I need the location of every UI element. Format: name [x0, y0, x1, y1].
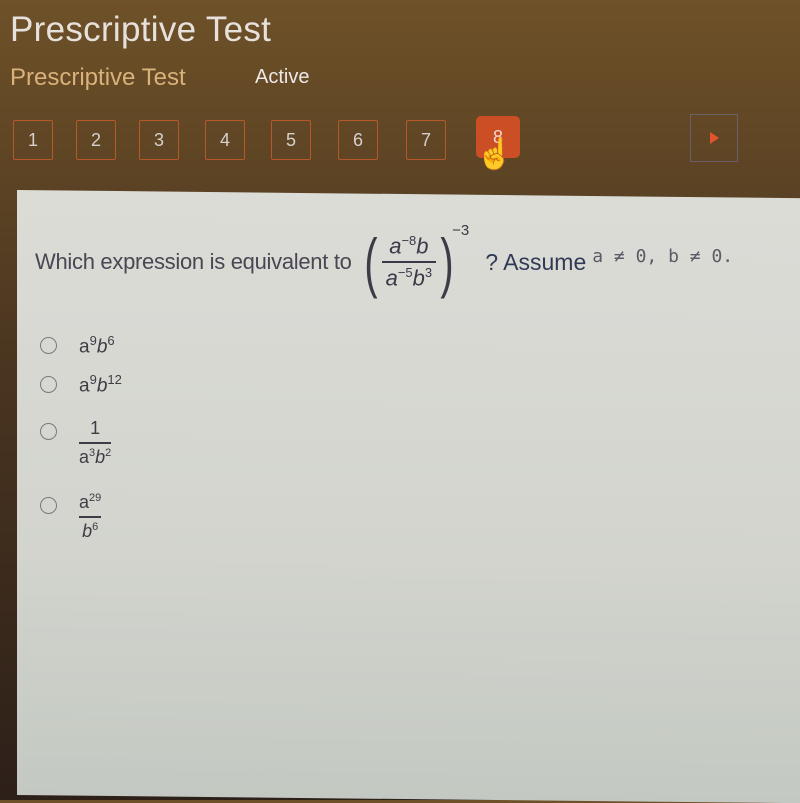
question-navigation: 1 2 3 4 5 6 7 8: [0, 112, 800, 172]
question-text: Which expression is equivalent to: [35, 249, 352, 274]
hand-pointer-cursor-icon: ☝: [476, 138, 514, 171]
status-label: Active: [255, 66, 310, 88]
question-2-button[interactable]: 2: [76, 120, 116, 160]
radio-button[interactable]: [40, 376, 57, 394]
expression-numerator: a−8b: [389, 232, 429, 259]
question-1-button[interactable]: 1: [13, 120, 53, 160]
question-7-button[interactable]: 7: [406, 120, 446, 160]
expression-fraction: a−8b a−5b3: [381, 232, 437, 291]
app-title: Prescriptive Test: [10, 10, 272, 49]
option-label: a9b12: [79, 372, 122, 397]
test-name-link[interactable]: Prescriptive Test: [10, 64, 186, 92]
option-label: a9b6: [79, 333, 115, 358]
outer-exponent: −3: [452, 222, 470, 239]
header: Prescriptive Test Prescriptive Test Acti…: [0, 0, 800, 190]
question-prompt: Which expression is equivalent to ( a−8b…: [35, 222, 733, 302]
answer-option-2[interactable]: a9b12: [40, 372, 122, 397]
right-paren: ): [440, 225, 454, 299]
question-4-button[interactable]: 4: [205, 120, 245, 160]
next-question-button[interactable]: [690, 114, 738, 162]
radio-button[interactable]: [40, 497, 57, 515]
assume-label: ? Assume: [485, 248, 587, 275]
fraction-bar: [381, 261, 437, 263]
left-paren: (: [364, 225, 378, 299]
radio-button[interactable]: [40, 423, 57, 441]
answer-option-4[interactable]: a29 b6: [40, 492, 102, 542]
question-3-button[interactable]: 3: [139, 120, 179, 160]
option-label: a29 b6: [79, 492, 102, 541]
option-label: 1 a3b2: [79, 418, 112, 467]
radio-button[interactable]: [40, 337, 57, 355]
question-6-button[interactable]: 6: [338, 120, 378, 160]
answer-option-3[interactable]: 1 a3b2: [40, 418, 112, 468]
question-5-button[interactable]: 5: [271, 120, 311, 160]
assume-condition: a ≠ 0, b ≠ 0.: [592, 245, 734, 267]
answer-option-1[interactable]: a9b6: [40, 333, 115, 358]
play-triangle-icon: [709, 132, 719, 144]
expression-denominator: a−5b3: [385, 264, 433, 291]
